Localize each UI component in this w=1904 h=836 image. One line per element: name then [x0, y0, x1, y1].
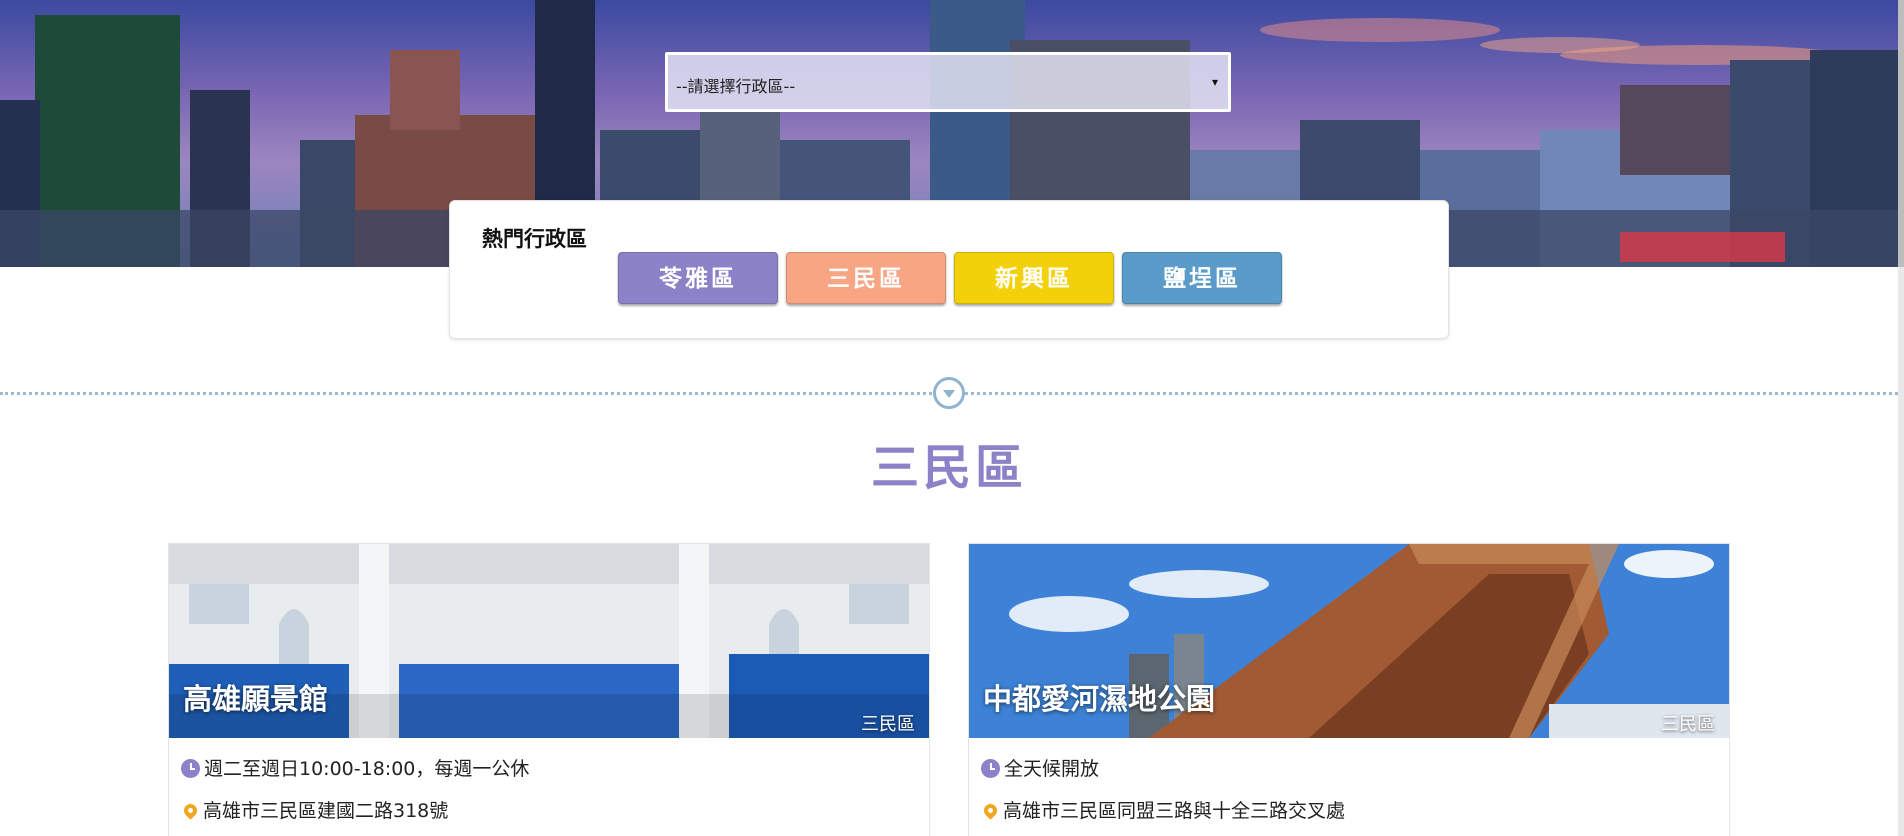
place-name: 高雄願景館 — [183, 682, 329, 716]
place-name: 中都愛河濕地公園 — [983, 682, 1216, 716]
district-button-yancheng[interactable]: 鹽埕區 — [1122, 252, 1282, 304]
place-address-text: 高雄市三民區建國二路318號 — [203, 800, 449, 822]
place-hours-text: 全天候開放 — [1004, 758, 1100, 780]
district-select[interactable]: --請選擇行政區-- ▾ — [665, 52, 1231, 112]
place-address: 高雄市三民區同盟三路與十全三路交叉處 — [981, 796, 1345, 823]
place-hours: 全天候開放 — [981, 754, 1099, 781]
place-hours: 週二至週日10:00-18:00，每週一公休 — [181, 754, 529, 781]
place-district: 三民區 — [861, 714, 915, 735]
place-card[interactable]: 中都愛河濕地公園 三民區 全天候開放 高雄市三民區同盟三路與十全三路交叉處 — [968, 543, 1730, 836]
chevron-down-icon: ▾ — [1211, 75, 1218, 89]
place-card[interactable]: 高雄願景館 三民區 週二至週日10:00-18:00，每週一公休 高雄市三民區建… — [168, 543, 930, 836]
chevron-down-circle-icon[interactable] — [933, 377, 965, 409]
district-button-lingya[interactable]: 苓雅區 — [618, 252, 778, 304]
popular-districts-panel: 熱門行政區 苓雅區 三民區 新興區 鹽埕區 — [449, 200, 1449, 339]
place-address: 高雄市三民區建國二路318號 — [181, 796, 448, 823]
scrollbar[interactable] — [1898, 0, 1904, 836]
district-select-value: --請選擇行政區-- — [676, 77, 796, 96]
clock-icon — [181, 759, 200, 778]
place-photo: 高雄願景館 三民區 — [169, 544, 929, 738]
district-button-xinxing[interactable]: 新興區 — [954, 252, 1114, 304]
location-pin-icon — [181, 801, 200, 820]
clock-icon — [981, 759, 1000, 778]
page: --請選擇行政區-- ▾ 熱門行政區 苓雅區 三民區 新興區 鹽埕區 三民區 高… — [0, 0, 1904, 836]
section-title: 三民區 — [870, 440, 1027, 496]
place-district: 三民區 — [1661, 714, 1715, 735]
place-address-text: 高雄市三民區同盟三路與十全三路交叉處 — [1003, 800, 1346, 822]
scrollbar-thumb[interactable] — [1898, 0, 1904, 267]
popular-districts-title: 熱門行政區 — [482, 227, 587, 251]
location-pin-icon — [981, 801, 1000, 820]
place-photo: 中都愛河濕地公園 三民區 — [969, 544, 1729, 738]
place-hours-text: 週二至週日10:00-18:00，每週一公休 — [204, 758, 530, 780]
district-button-sanmin[interactable]: 三民區 — [786, 252, 946, 304]
